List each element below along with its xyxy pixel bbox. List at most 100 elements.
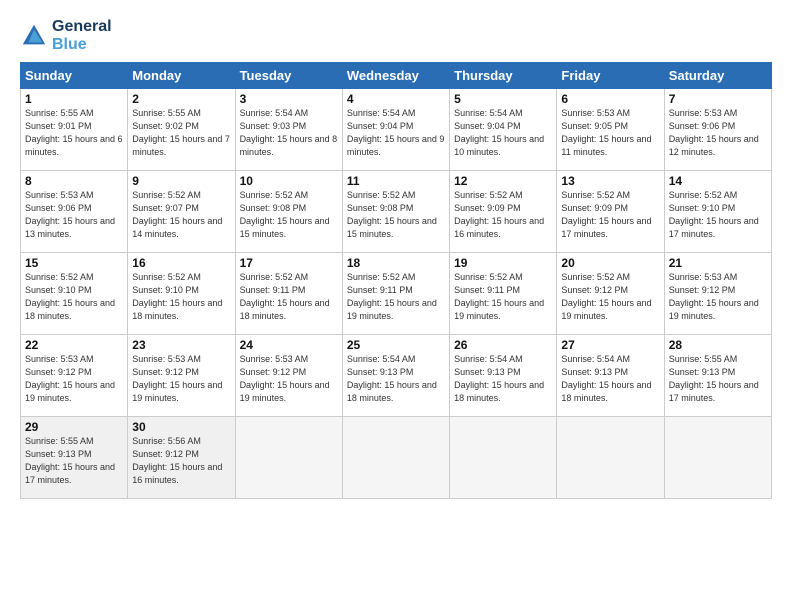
- week-row-1: 1 Sunrise: 5:55 AMSunset: 9:01 PMDaylight…: [21, 89, 772, 171]
- day-info: Sunrise: 5:55 AMSunset: 9:13 PMDaylight:…: [669, 354, 759, 403]
- calendar-cell: [664, 417, 771, 499]
- day-info: Sunrise: 5:52 AMSunset: 9:10 PMDaylight:…: [132, 272, 222, 321]
- calendar-cell: 28 Sunrise: 5:55 AMSunset: 9:13 PMDayligh…: [664, 335, 771, 417]
- day-info: Sunrise: 5:53 AMSunset: 9:05 PMDaylight:…: [561, 108, 651, 157]
- day-info: Sunrise: 5:52 AMSunset: 9:12 PMDaylight:…: [561, 272, 651, 321]
- calendar-table: SundayMondayTuesdayWednesdayThursdayFrid…: [20, 62, 772, 499]
- calendar-cell: 29Sunrise: 5:55 AMSunset: 9:13 PMDayligh…: [21, 417, 128, 499]
- day-info: Sunrise: 5:55 AMSunset: 9:02 PMDaylight:…: [132, 108, 230, 157]
- day-info: Sunrise: 5:54 AMSunset: 9:04 PMDaylight:…: [347, 108, 445, 157]
- day-info: Sunrise: 5:52 AMSunset: 9:08 PMDaylight:…: [347, 190, 437, 239]
- header-wednesday: Wednesday: [342, 63, 449, 89]
- logo-text: General Blue: [52, 18, 112, 54]
- day-number: 12: [454, 174, 552, 188]
- day-info: Sunrise: 5:53 AMSunset: 9:06 PMDaylight:…: [25, 190, 115, 239]
- calendar-cell: [235, 417, 342, 499]
- calendar-page: General Blue SundayMondayTuesdayWednesda…: [0, 0, 792, 612]
- day-info: Sunrise: 5:52 AMSunset: 9:09 PMDaylight:…: [561, 190, 651, 239]
- calendar-cell: 16 Sunrise: 5:52 AMSunset: 9:10 PMDayligh…: [128, 253, 235, 335]
- day-info: Sunrise: 5:55 AMSunset: 9:01 PMDaylight:…: [25, 108, 123, 157]
- header: General Blue: [20, 18, 772, 54]
- day-info: Sunrise: 5:52 AMSunset: 9:07 PMDaylight:…: [132, 190, 222, 239]
- day-number: 8: [25, 174, 123, 188]
- day-number: 23: [132, 338, 230, 352]
- day-number: 5: [454, 92, 552, 106]
- day-info: Sunrise: 5:53 AMSunset: 9:06 PMDaylight:…: [669, 108, 759, 157]
- day-number: 19: [454, 256, 552, 270]
- day-number: 26: [454, 338, 552, 352]
- day-info: Sunrise: 5:52 AMSunset: 9:08 PMDaylight:…: [240, 190, 330, 239]
- calendar-cell: 1 Sunrise: 5:55 AMSunset: 9:01 PMDaylight…: [21, 89, 128, 171]
- calendar-cell: 27 Sunrise: 5:54 AMSunset: 9:13 PMDayligh…: [557, 335, 664, 417]
- day-info: Sunrise: 5:52 AMSunset: 9:11 PMDaylight:…: [347, 272, 437, 321]
- day-number: 18: [347, 256, 445, 270]
- day-number: 4: [347, 92, 445, 106]
- day-number: 20: [561, 256, 659, 270]
- day-number: 30: [132, 420, 230, 434]
- day-info: Sunrise: 5:52 AMSunset: 9:10 PMDaylight:…: [25, 272, 115, 321]
- day-info: Sunrise: 5:54 AMSunset: 9:13 PMDaylight:…: [347, 354, 437, 403]
- calendar-cell: 4 Sunrise: 5:54 AMSunset: 9:04 PMDaylight…: [342, 89, 449, 171]
- calendar-cell: 15 Sunrise: 5:52 AMSunset: 9:10 PMDayligh…: [21, 253, 128, 335]
- day-number: 16: [132, 256, 230, 270]
- week-row-3: 15 Sunrise: 5:52 AMSunset: 9:10 PMDayligh…: [21, 253, 772, 335]
- day-info: Sunrise: 5:53 AMSunset: 9:12 PMDaylight:…: [132, 354, 222, 403]
- header-monday: Monday: [128, 63, 235, 89]
- day-number: 13: [561, 174, 659, 188]
- calendar-cell: 8 Sunrise: 5:53 AMSunset: 9:06 PMDaylight…: [21, 171, 128, 253]
- header-sunday: Sunday: [21, 63, 128, 89]
- day-number: 25: [347, 338, 445, 352]
- header-thursday: Thursday: [450, 63, 557, 89]
- day-number: 15: [25, 256, 123, 270]
- day-info: Sunrise: 5:53 AMSunset: 9:12 PMDaylight:…: [669, 272, 759, 321]
- day-number: 27: [561, 338, 659, 352]
- header-row: SundayMondayTuesdayWednesdayThursdayFrid…: [21, 63, 772, 89]
- day-number: 2: [132, 92, 230, 106]
- calendar-cell: 14Sunrise: 5:52 AMSunset: 9:10 PMDayligh…: [664, 171, 771, 253]
- day-number: 11: [347, 174, 445, 188]
- calendar-cell: 5 Sunrise: 5:54 AMSunset: 9:04 PMDaylight…: [450, 89, 557, 171]
- header-saturday: Saturday: [664, 63, 771, 89]
- day-number: 3: [240, 92, 338, 106]
- day-number: 14: [669, 174, 767, 188]
- day-info: Sunrise: 5:54 AMSunset: 9:13 PMDaylight:…: [561, 354, 651, 403]
- day-number: 6: [561, 92, 659, 106]
- calendar-cell: 12 Sunrise: 5:52 AMSunset: 9:09 PMDayligh…: [450, 171, 557, 253]
- calendar-cell: 13 Sunrise: 5:52 AMSunset: 9:09 PMDayligh…: [557, 171, 664, 253]
- day-number: 9: [132, 174, 230, 188]
- logo-icon: [20, 22, 48, 50]
- calendar-cell: 25 Sunrise: 5:54 AMSunset: 9:13 PMDayligh…: [342, 335, 449, 417]
- calendar-cell: 22 Sunrise: 5:53 AMSunset: 9:12 PMDayligh…: [21, 335, 128, 417]
- day-info: Sunrise: 5:52 AMSunset: 9:09 PMDaylight:…: [454, 190, 544, 239]
- day-info: Sunrise: 5:54 AMSunset: 9:13 PMDaylight:…: [454, 354, 544, 403]
- day-info: Sunrise: 5:54 AMSunset: 9:03 PMDaylight:…: [240, 108, 338, 157]
- calendar-cell: 23 Sunrise: 5:53 AMSunset: 9:12 PMDayligh…: [128, 335, 235, 417]
- day-info: Sunrise: 5:53 AMSunset: 9:12 PMDaylight:…: [240, 354, 330, 403]
- calendar-cell: 20 Sunrise: 5:52 AMSunset: 9:12 PMDayligh…: [557, 253, 664, 335]
- day-number: 22: [25, 338, 123, 352]
- logo-area: General Blue: [20, 18, 112, 54]
- calendar-cell: 2 Sunrise: 5:55 AMSunset: 9:02 PMDaylight…: [128, 89, 235, 171]
- day-number: 28: [669, 338, 767, 352]
- day-info: Sunrise: 5:53 AMSunset: 9:12 PMDaylight:…: [25, 354, 115, 403]
- calendar-cell: 26 Sunrise: 5:54 AMSunset: 9:13 PMDayligh…: [450, 335, 557, 417]
- calendar-cell: 11 Sunrise: 5:52 AMSunset: 9:08 PMDayligh…: [342, 171, 449, 253]
- calendar-cell: 9 Sunrise: 5:52 AMSunset: 9:07 PMDaylight…: [128, 171, 235, 253]
- day-number: 17: [240, 256, 338, 270]
- day-info: Sunrise: 5:52 AMSunset: 9:11 PMDaylight:…: [454, 272, 544, 321]
- day-number: 7: [669, 92, 767, 106]
- calendar-cell: 18 Sunrise: 5:52 AMSunset: 9:11 PMDayligh…: [342, 253, 449, 335]
- week-row-2: 8 Sunrise: 5:53 AMSunset: 9:06 PMDaylight…: [21, 171, 772, 253]
- day-info: Sunrise: 5:56 AMSunset: 9:12 PMDaylight:…: [132, 436, 222, 485]
- week-row-4: 22 Sunrise: 5:53 AMSunset: 9:12 PMDayligh…: [21, 335, 772, 417]
- calendar-cell: [557, 417, 664, 499]
- day-number: 21: [669, 256, 767, 270]
- day-info: Sunrise: 5:54 AMSunset: 9:04 PMDaylight:…: [454, 108, 544, 157]
- calendar-cell: 10Sunrise: 5:52 AMSunset: 9:08 PMDayligh…: [235, 171, 342, 253]
- day-number: 1: [25, 92, 123, 106]
- calendar-cell: [450, 417, 557, 499]
- day-info: Sunrise: 5:52 AMSunset: 9:11 PMDaylight:…: [240, 272, 330, 321]
- day-number: 24: [240, 338, 338, 352]
- header-tuesday: Tuesday: [235, 63, 342, 89]
- calendar-cell: 30 Sunrise: 5:56 AMSunset: 9:12 PMDayligh…: [128, 417, 235, 499]
